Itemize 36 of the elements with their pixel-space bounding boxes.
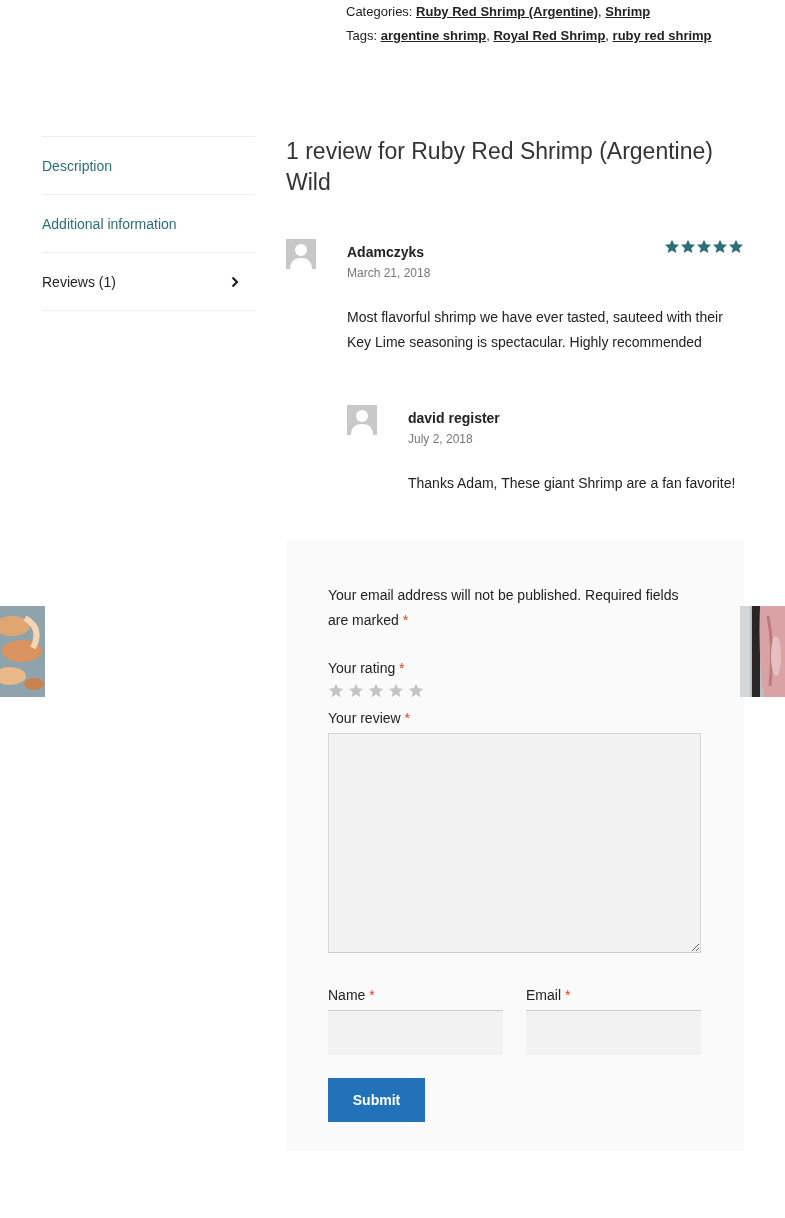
chevron-icon <box>231 275 239 288</box>
review-author: Adamczyks <box>347 244 425 260</box>
review-date: March 21, 2018 <box>347 266 432 280</box>
tag-link[interactable]: ruby red shrimp <box>612 28 712 43</box>
field-label: Your rating * <box>328 659 406 678</box>
star-icon <box>728 239 744 254</box>
field-label: Email * <box>526 986 572 1005</box>
tag-link[interactable]: Shrimp <box>605 4 651 19</box>
star-icon[interactable] <box>408 683 424 698</box>
submit-button[interactable]: Submit <box>328 1078 425 1122</box>
star-icon[interactable] <box>328 683 344 698</box>
star-icon[interactable] <box>368 683 384 698</box>
tab[interactable]: Reviews (1) <box>42 253 255 311</box>
form-notice: Your email address will not be published. Required fields are marked * <box>328 586 680 630</box>
review-text: Most flavorful shrimp we have ever tasted, sauteed with their Key Lime seasoning is spectacular. Highly recommended <box>347 308 724 352</box>
review-date: July 2, 2018 <box>408 432 474 446</box>
star-icon <box>664 239 680 254</box>
email-field[interactable] <box>526 1010 701 1055</box>
field-label: Name * <box>328 986 376 1005</box>
categories-line: Categories: Ruby Red Shrimp (Argentine), Shrimp <box>346 3 652 21</box>
tab[interactable]: Description <box>42 137 255 195</box>
review-text: Thanks Adam, These giant Shrimp are a fan favorite! <box>408 474 737 493</box>
avatar-icon <box>347 405 377 435</box>
star-icon <box>680 239 696 254</box>
star-icon <box>696 239 712 254</box>
star-icon[interactable] <box>388 683 404 698</box>
star-icon[interactable] <box>348 683 364 698</box>
tab[interactable]: Additional information <box>42 195 255 253</box>
field-label: Your review * <box>328 709 411 728</box>
name-field[interactable] <box>328 1010 503 1055</box>
review-field[interactable] <box>328 733 701 953</box>
review-author: david register <box>408 410 500 426</box>
tags-line: Tags: argentine shrimp, Royal Red Shrimp, ruby red shrimp <box>346 27 713 45</box>
star-icon <box>712 239 728 254</box>
avatar-icon <box>286 239 316 269</box>
reviews-heading: 1 review for Ruby Red Shrimp (Argentine) Wild <box>286 137 714 197</box>
